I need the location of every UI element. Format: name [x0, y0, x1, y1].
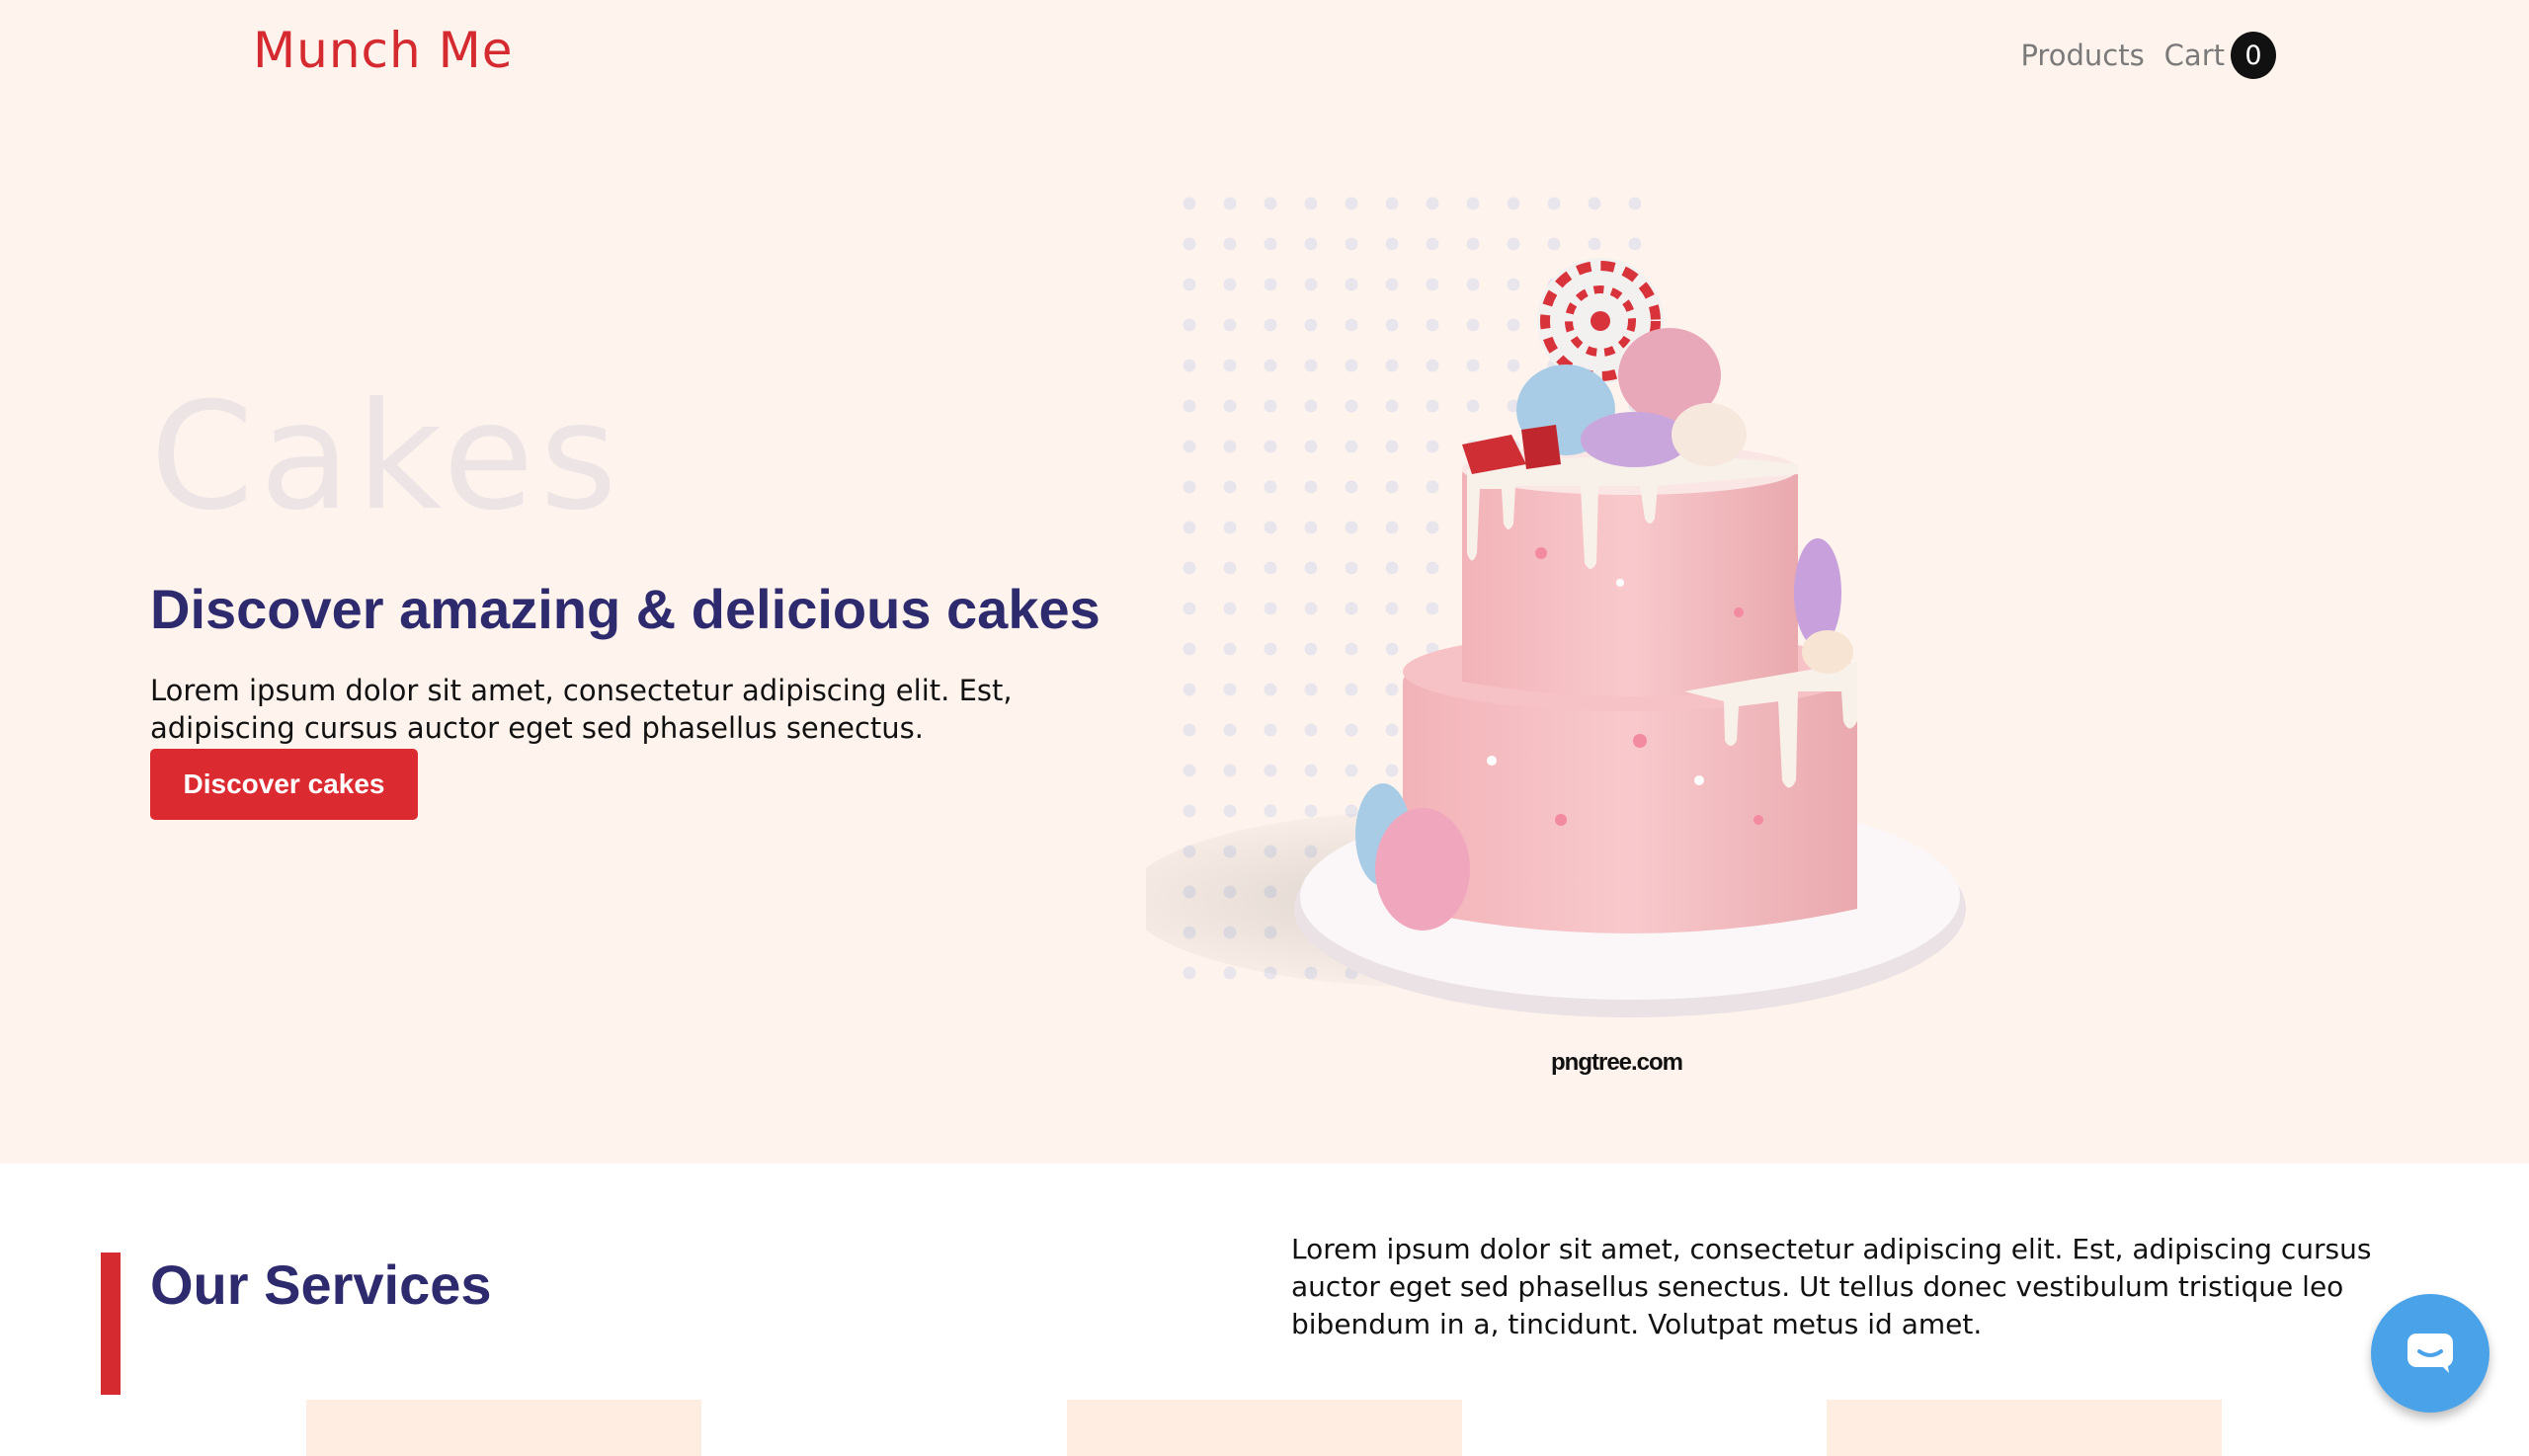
cake-image	[1146, 258, 1966, 1017]
pattern-dot	[1628, 197, 1642, 210]
services-description: Lorem ipsum dolor sit amet, consectetur …	[1291, 1233, 2372, 1340]
cart-label: Cart	[2163, 39, 2225, 72]
pattern-dot	[1466, 197, 1480, 210]
pattern-dot	[1426, 197, 1439, 210]
pattern-dot	[1345, 197, 1358, 210]
pattern-dot	[1304, 197, 1318, 210]
cart-link[interactable]: Cart 0	[2164, 32, 2276, 79]
chat-button[interactable]	[2371, 1294, 2489, 1413]
discover-cakes-button[interactable]: Discover cakes	[150, 749, 418, 820]
cart-count-badge: 0	[2231, 32, 2276, 79]
hero-description: Lorem ipsum dolor sit amet, consectetur …	[150, 674, 1013, 745]
hero-section: Munch Me Products Cart 0 Cakes Discover …	[0, 0, 2529, 1164]
chat-icon	[2407, 1334, 2453, 1373]
hero-background-word: Cakes	[150, 371, 623, 543]
service-card[interactable]	[1067, 1400, 1462, 1456]
services-accent-bar	[101, 1253, 121, 1395]
top-nav: Products Cart 0	[2020, 30, 2276, 81]
nav-products-link[interactable]: Products	[2020, 39, 2144, 72]
brand-logo[interactable]: Munch Me	[253, 22, 514, 79]
image-watermark: pngtree.com	[1551, 1049, 1683, 1076]
pattern-dot	[1264, 197, 1277, 210]
services-title: Our Services	[150, 1254, 492, 1316]
pattern-dot	[1507, 197, 1520, 210]
pattern-dot	[1223, 197, 1237, 210]
service-card[interactable]	[1827, 1400, 2222, 1456]
pattern-dot	[1588, 197, 1601, 210]
service-card[interactable]	[306, 1400, 701, 1456]
pattern-dot	[1183, 197, 1196, 210]
hero-heading: Discover amazing & delicious cakes	[150, 578, 1101, 640]
pattern-dot	[1547, 197, 1561, 210]
pattern-dot	[1385, 197, 1399, 210]
